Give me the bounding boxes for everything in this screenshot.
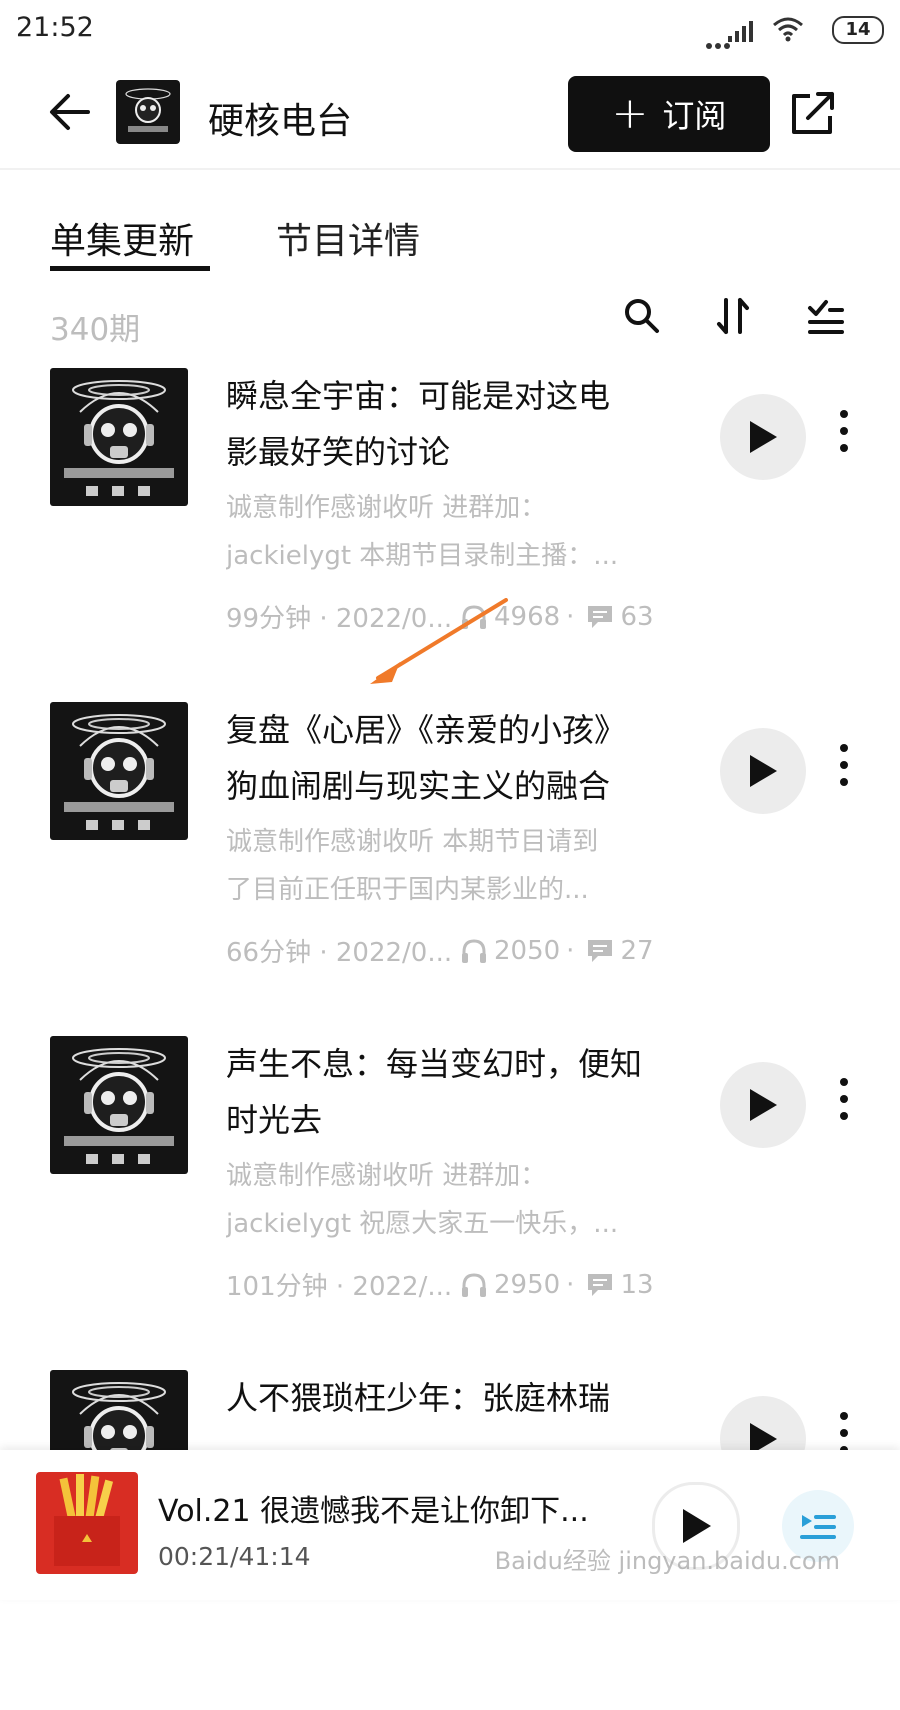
sort-icon[interactable] — [714, 296, 754, 336]
playlist-icon — [800, 1515, 836, 1539]
episode-item[interactable]: 声生不息：每当变幻时，便知 时光去 诚意制作感谢收听 进群加： jackiely… — [0, 1036, 900, 1376]
episode-cover — [50, 702, 188, 840]
episode-description-line: 诚意制作感谢收听 进群加： — [226, 493, 547, 523]
headphones-icon — [462, 938, 486, 963]
signal-icon — [728, 21, 753, 42]
episode-title-line: 时光去 — [226, 1101, 323, 1139]
episode-play-count: 2950 — [494, 1269, 561, 1300]
episode-description-line: jackielygt 祝愿大家五一快乐，... — [226, 1209, 619, 1239]
episode-comment-count: 27 — [620, 935, 654, 966]
episode-title[interactable]: 复盘《心居》《亲爱的小孩》 狗血闹剧与现实主义的融合 — [226, 702, 696, 814]
episode-duration-date: 101分钟 · 2022/... — [226, 1272, 453, 1302]
watermark: Baidu经验 jingyan.baidu.com — [494, 1547, 840, 1575]
comment-icon — [588, 1273, 613, 1296]
episode-description: 诚意制作感谢收听 进群加： jackielygt 本期节目录制主播：... — [226, 484, 676, 580]
episode-item[interactable]: 复盘《心居》《亲爱的小孩》 狗血闹剧与现实主义的融合 诚意制作感谢收听 本期节目… — [0, 702, 900, 1042]
episode-comment-count: 13 — [620, 1269, 654, 1300]
episode-title-line: 复盘《心居》《亲爱的小孩》 — [226, 711, 627, 749]
now-playing-title: Vol.21 很遗憾我不是让你卸下... — [158, 1494, 589, 1529]
battery-indicator: 14 — [832, 16, 884, 44]
plus-icon: + — [611, 88, 649, 139]
tab-active-indicator — [50, 266, 210, 271]
batch-select-icon[interactable] — [806, 296, 846, 336]
play-icon — [750, 421, 777, 453]
episode-title-line: 影最好笑的讨论 — [226, 433, 451, 471]
episode-title-line: 人不猥琐枉少年：张庭林瑞 — [226, 1379, 611, 1417]
play-icon — [683, 1509, 711, 1543]
episode-description-line: 诚意制作感谢收听 本期节目请到 — [226, 827, 599, 857]
episode-meta: 101分钟 · 2022/... 2950 · 13 — [226, 1266, 706, 1303]
subscribe-button[interactable]: + 订阅 — [568, 76, 770, 152]
status-time: 21:52 — [16, 12, 94, 43]
episode-title-line: 狗血闹剧与现实主义的融合 — [226, 767, 611, 805]
back-arrow-icon[interactable] — [48, 92, 90, 132]
comment-icon — [588, 939, 613, 962]
share-icon[interactable] — [790, 90, 836, 136]
episode-play-count: 2050 — [494, 935, 561, 966]
episode-comment-count: 63 — [620, 601, 654, 632]
headphones-icon — [462, 1272, 486, 1297]
episode-description: 诚意制作感谢收听 进群加： jackielygt 祝愿大家五一快乐，... — [226, 1152, 676, 1248]
mini-player[interactable]: Vol.21 很遗憾我不是让你卸下... 00:21/41:14 — [0, 1450, 900, 1600]
episode-duration-date: 66分钟 · 2022/0... — [226, 938, 453, 968]
episode-title[interactable]: 人不猥琐枉少年：张庭林瑞 — [226, 1370, 696, 1426]
episode-description-line: jackielygt 本期节目录制主播：... — [226, 541, 619, 571]
tab-episodes[interactable]: 单集更新 — [50, 212, 194, 264]
more-options-icon[interactable] — [834, 410, 854, 466]
now-playing-cover — [36, 1472, 138, 1574]
episode-cover — [50, 1036, 188, 1174]
episode-title[interactable]: 声生不息：每当变幻时，便知 时光去 — [226, 1036, 696, 1148]
episode-description: 诚意制作感谢收听 本期节目请到 了目前正任职于国内某影业的... — [226, 818, 676, 914]
episode-title[interactable]: 瞬息全宇宙：可能是对这电 影最好笑的讨论 — [226, 368, 696, 480]
episode-description-line: 了目前正任职于国内某影业的... — [226, 875, 589, 905]
header-divider — [0, 168, 900, 170]
podcast-title: 硬核电台 — [208, 101, 353, 142]
comment-icon — [588, 605, 613, 628]
episode-cover — [50, 368, 188, 506]
episode-meta: 66分钟 · 2022/0... 2050 · 27 — [226, 932, 706, 969]
tab-details[interactable]: 节目详情 — [276, 212, 420, 264]
episode-title-line: 瞬息全宇宙：可能是对这电 — [226, 377, 611, 415]
now-playing-time: 00:21/41:14 — [158, 1542, 311, 1571]
episode-title-line: 声生不息：每当变幻时，便知 — [226, 1045, 643, 1083]
podcast-avatar — [116, 80, 180, 144]
more-options-icon[interactable] — [834, 744, 854, 800]
search-icon[interactable] — [622, 296, 662, 336]
play-icon — [750, 1089, 777, 1121]
subscribe-label: 订阅 — [662, 97, 727, 135]
episode-count: 340期 — [50, 312, 141, 348]
episode-play-button[interactable] — [720, 1062, 806, 1148]
more-options-icon[interactable] — [834, 1078, 854, 1134]
annotation-arrow — [370, 598, 508, 684]
wifi-icon — [773, 17, 803, 42]
episode-play-button[interactable] — [720, 394, 806, 480]
episode-description-line: 诚意制作感谢收听 进群加： — [226, 1161, 547, 1191]
episode-play-button[interactable] — [720, 728, 806, 814]
play-icon — [750, 755, 777, 787]
